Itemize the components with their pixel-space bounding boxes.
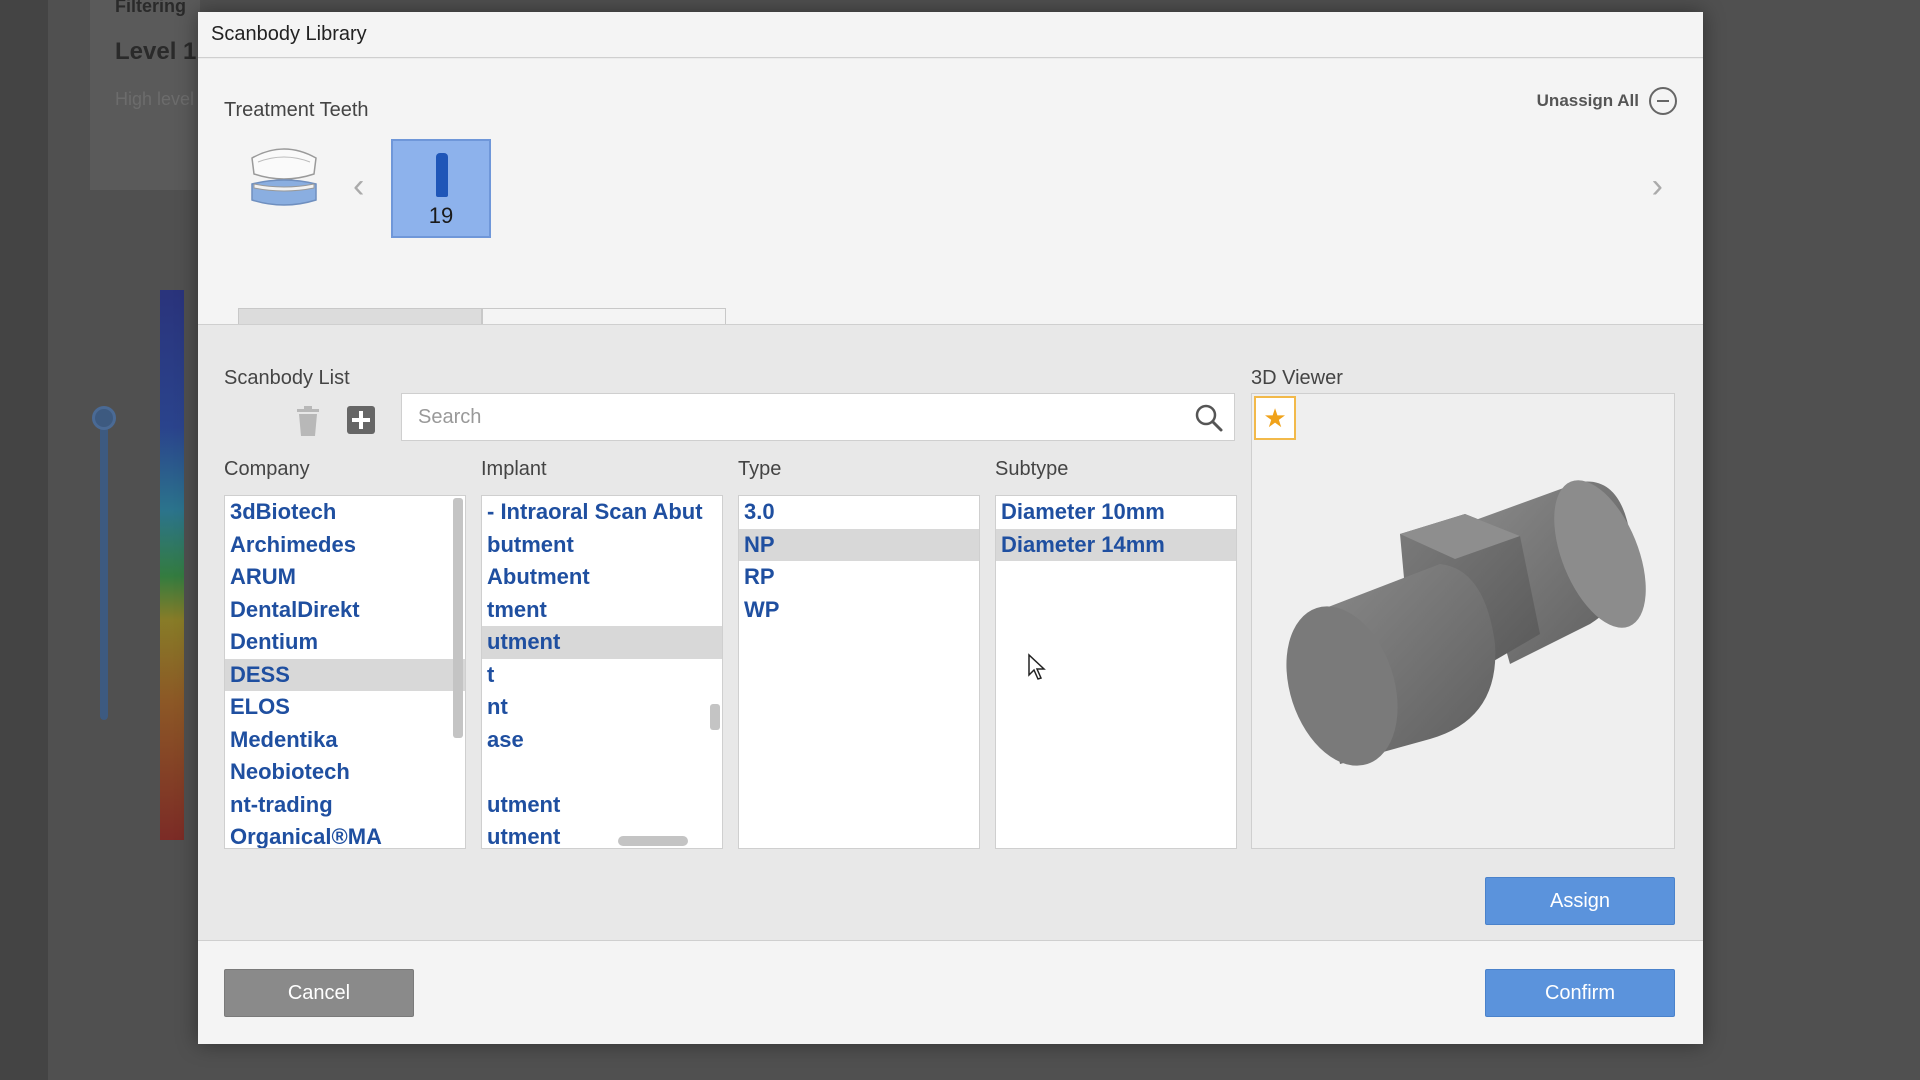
company-list-item[interactable]: ARUM — [225, 561, 465, 594]
subtype-column-header: Subtype — [995, 458, 1069, 480]
chevron-right-icon[interactable]: › — [1652, 167, 1663, 206]
background-slider-track — [100, 410, 108, 720]
unassign-all-button[interactable]: Unassign All — [1537, 87, 1677, 115]
implant-horizontal-scrollbar[interactable] — [618, 836, 688, 846]
subtype-list-item[interactable]: Diameter 14mm — [996, 528, 1236, 561]
company-list-item[interactable]: ELOS — [225, 691, 465, 724]
background-left-toolbar — [0, 0, 48, 1080]
type-column-header: Type — [738, 458, 782, 480]
implant-list-item[interactable]: Abutment — [482, 561, 722, 594]
implant-list-item[interactable]: tment — [482, 594, 722, 627]
company-list-item[interactable]: DESS — [225, 658, 465, 691]
scanbody-list-label: Scanbody List — [224, 367, 350, 389]
tooth-number: 19 — [428, 203, 454, 228]
implant-list-item[interactable]: t — [482, 659, 722, 692]
tooth-card-19[interactable]: 19 — [391, 139, 491, 238]
add-icon[interactable] — [346, 405, 376, 435]
assign-button[interactable]: Assign — [1485, 877, 1675, 925]
implant-list-item[interactable]: utment — [482, 626, 722, 659]
minus-circle-icon — [1649, 87, 1677, 115]
implant-column-header: Implant — [481, 458, 547, 480]
dialog-title: Scanbody Library — [198, 12, 1703, 58]
search-box — [401, 393, 1235, 441]
company-column-header: Company — [224, 458, 310, 480]
type-list-item[interactable]: RP — [739, 561, 979, 594]
company-list-item[interactable]: DentalDirekt — [225, 594, 465, 627]
3d-viewer[interactable]: ★ — [1251, 393, 1675, 849]
scanbody-library-dialog: Scanbody Library Treatment Teeth Unassig… — [198, 12, 1703, 1044]
background-slider-knob — [92, 406, 116, 430]
search-icon[interactable] — [1194, 403, 1224, 433]
implant-list-item[interactable]: utment — [482, 789, 722, 822]
implant-icon — [436, 153, 448, 197]
background-filter-title: Filtering — [115, 0, 186, 16]
unassign-all-label: Unassign All — [1536, 91, 1639, 110]
implant-vertical-scrollbar[interactable] — [710, 704, 720, 730]
jaw-icon[interactable] — [246, 144, 322, 216]
background-level-title: Level 1 — [115, 38, 197, 65]
background-description: High level accurate low level — [115, 89, 205, 109]
company-list-item[interactable]: nt-trading — [225, 789, 465, 822]
company-list-item[interactable]: Medentika — [225, 724, 465, 757]
company-scrollbar[interactable] — [453, 498, 463, 738]
subtype-list-item[interactable]: Diameter 10mm — [996, 496, 1236, 529]
implant-list[interactable]: - Intraoral Scan Abut butment Abutment tmen… — [481, 495, 723, 849]
chevron-left-icon[interactable]: ‹ — [353, 167, 364, 206]
company-list-item[interactable]: 3dBiotech — [225, 496, 465, 529]
viewer-label: 3D Viewer — [1251, 367, 1343, 389]
treatment-teeth-section: Treatment Teeth Unassign All ‹ 19 › Libr… — [198, 59, 1703, 372]
company-list-item[interactable]: Dentium — [225, 626, 465, 659]
favorite-star-icon[interactable]: ★ — [1254, 396, 1296, 440]
type-list-item[interactable]: WP — [739, 594, 979, 627]
scanbody-body-section: Scanbody List 3D Viewer Company Implant … — [198, 324, 1703, 940]
trash-icon[interactable] — [294, 405, 322, 437]
company-list-item[interactable]: Neobiotech — [225, 756, 465, 789]
search-input[interactable] — [418, 405, 1178, 429]
company-list-item[interactable]: Organical®MA — [225, 821, 465, 848]
type-list-item[interactable]: 3.0 — [739, 496, 979, 529]
company-list[interactable]: 3dBiotech Archimedes ARUM DentalDirekt Denti… — [224, 495, 466, 849]
implant-list-item[interactable]: - Intraoral Scan Abut — [482, 496, 722, 529]
implant-list-item[interactable]: nt — [482, 691, 722, 724]
implant-list-item[interactable]: butment — [482, 529, 722, 562]
scanbody-3d-model — [1286, 480, 1646, 766]
implant-list-item[interactable]: ase — [482, 724, 722, 757]
type-list-item[interactable]: NP — [739, 528, 979, 561]
cancel-button[interactable]: Cancel — [224, 969, 414, 1017]
background-color-scale — [160, 290, 184, 840]
mouse-cursor-icon — [1028, 653, 1046, 680]
type-list[interactable]: 3.0 NP RP WP — [738, 495, 980, 849]
implant-list-item[interactable] — [482, 756, 722, 789]
dialog-footer: Cancel Confirm — [198, 940, 1703, 1044]
company-list-item[interactable]: Archimedes — [225, 529, 465, 562]
confirm-button[interactable]: Confirm — [1485, 969, 1675, 1017]
treatment-teeth-label: Treatment Teeth — [224, 99, 369, 121]
